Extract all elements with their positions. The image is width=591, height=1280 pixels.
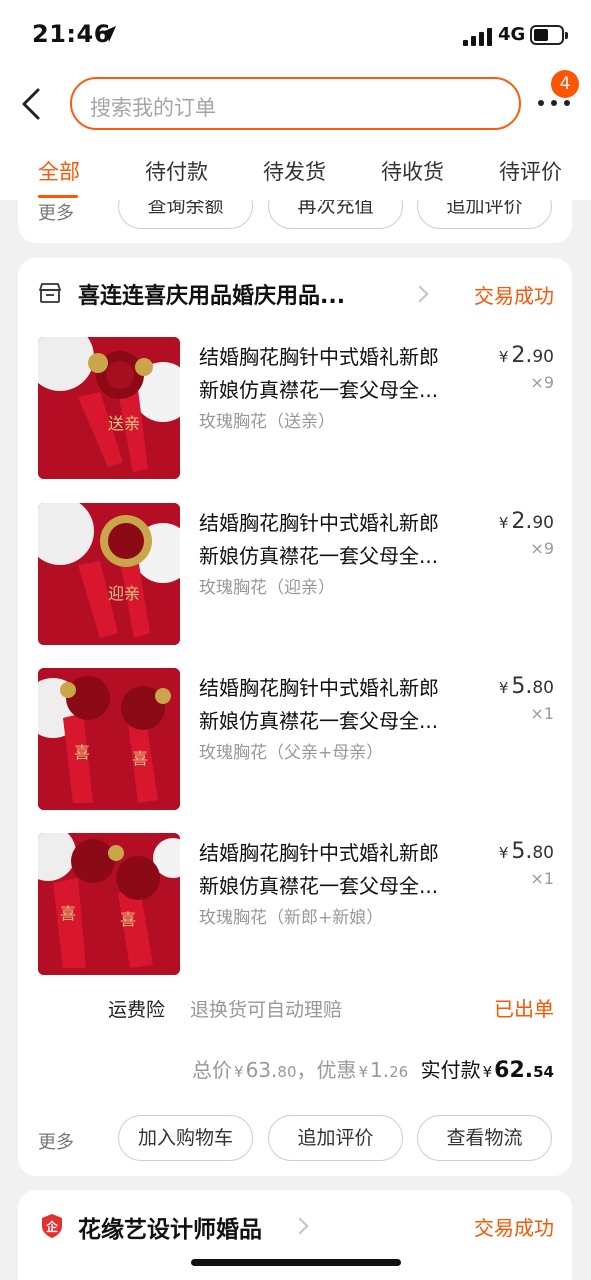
thumbnail-text: 送亲 <box>108 414 140 433</box>
item-quantity: ×9 <box>530 539 554 558</box>
discount-label: ，优惠 <box>296 1058 357 1082</box>
view-logistics-button[interactable]: 查看物流 <box>417 1115 552 1161</box>
order-item[interactable]: 喜 喜 结婚胸花胸针中式婚礼新郎 新娘仿真襟花一套父母全... 玫瑰胸花（新郎+… <box>18 833 572 983</box>
active-tab-indicator <box>38 195 78 198</box>
shop-name[interactable]: 喜连连喜庆用品婚庆用品... <box>78 278 345 310</box>
item-quantity: ×1 <box>530 704 554 723</box>
tab-pending-review[interactable]: 待评价 <box>499 156 562 186</box>
notification-badge: 4 <box>551 70 579 98</box>
paid-value: 62. <box>494 1058 534 1083</box>
next-order-card: 企 花缘艺设计师婚品 交易成功 <box>18 1190 572 1280</box>
thumbnail-text: 喜 <box>60 904 76 923</box>
tab-all[interactable]: 全部 <box>38 156 80 186</box>
order-totals: 总价 ¥63.80，优惠 ¥1.26 实付款 ¥62.54 <box>192 1058 554 1083</box>
item-title[interactable]: 结婚胸花胸针中式婚礼新郎 新娘仿真襟花一套父母全... <box>199 837 479 903</box>
discount-value: 1. <box>370 1058 390 1082</box>
item-title[interactable]: 结婚胸花胸针中式婚礼新郎 新娘仿真襟花一套父母全... <box>199 672 479 738</box>
home-indicator <box>191 1259 401 1266</box>
thumbnail-text: 喜 <box>132 749 148 768</box>
enterprise-shop-icon: 企 <box>42 1214 62 1238</box>
freight-insurance-label: 运费险 <box>108 999 166 1021</box>
order-tabs: 全部 待付款 待发货 待收货 待评价 <box>0 150 591 200</box>
product-thumbnail[interactable]: 迎亲 <box>38 503 180 645</box>
shop-chevron-icon <box>411 285 429 303</box>
total-value: 63. <box>245 1058 278 1082</box>
total-label: 总价 <box>192 1058 233 1082</box>
product-thumbnail[interactable]: 喜 喜 <box>38 668 180 810</box>
svg-text:企: 企 <box>45 1219 59 1234</box>
back-arrow-icon[interactable] <box>14 84 50 124</box>
add-review-button[interactable]: 追加评价 <box>268 1115 403 1161</box>
network-type: 4G <box>498 24 526 45</box>
order-item[interactable]: 喜 喜 结婚胸花胸针中式婚礼新郎 新娘仿真襟花一套父母全... 玫瑰胸花（父亲+… <box>18 668 572 818</box>
item-title[interactable]: 结婚胸花胸针中式婚礼新郎 新娘仿真襟花一套父母全... <box>199 507 479 573</box>
order-status: 交易成功 <box>474 284 554 308</box>
location-arrow-icon <box>100 26 116 42</box>
freight-insurance-status: 已出单 <box>494 997 554 1021</box>
tab-pending-shipment[interactable]: 待发货 <box>263 156 326 186</box>
freight-insurance-row[interactable]: 运费险 退换货可自动理赔 已出单 <box>18 993 572 1023</box>
order-item[interactable]: 送亲 结婚胸花胸针中式婚礼新郎 新娘仿真襟花一套父母全... 玫瑰胸花（送亲） … <box>18 337 572 487</box>
product-thumbnail[interactable]: 喜 喜 <box>38 833 180 975</box>
item-title[interactable]: 结婚胸花胸针中式婚礼新郎 新娘仿真襟花一套父母全... <box>199 341 479 407</box>
freight-insurance-desc: 退换货可自动理赔 <box>190 999 343 1021</box>
search-input[interactable]: 搜索我的订单 <box>70 77 521 130</box>
order-item[interactable]: 迎亲 结婚胸花胸针中式婚礼新郎 新娘仿真襟花一套父母全... 玫瑰胸花（迎亲） … <box>18 503 572 653</box>
more-options-button[interactable] <box>538 96 574 110</box>
item-sku: 玫瑰胸花（送亲） <box>199 412 335 432</box>
tab-pending-receipt[interactable]: 待收货 <box>381 156 444 186</box>
search-placeholder: 搜索我的订单 <box>90 96 216 120</box>
shop-icon <box>39 283 61 303</box>
order-card: 喜连连喜庆用品婚庆用品... 交易成功 送亲 结婚胸花胸针中式婚礼新郎 新娘仿真… <box>18 258 572 1176</box>
thumbnail-text: 喜 <box>74 743 90 762</box>
item-price: ¥2.90 <box>498 509 554 534</box>
add-to-cart-button[interactable]: 加入购物车 <box>118 1115 253 1161</box>
item-sku: 玫瑰胸花（父亲+母亲） <box>199 743 384 763</box>
item-sku: 玫瑰胸花（迎亲） <box>199 578 335 598</box>
shop-name[interactable]: 花缘艺设计师婚品 <box>78 1210 262 1244</box>
item-quantity: ×9 <box>530 373 554 392</box>
tab-pending-payment[interactable]: 待付款 <box>145 156 208 186</box>
order-status: 交易成功 <box>474 1216 554 1240</box>
shop-chevron-icon <box>291 1217 309 1235</box>
thumbnail-text: 喜 <box>120 910 136 929</box>
more-link[interactable]: 更多 <box>38 1128 74 1154</box>
item-price: ¥5.80 <box>498 674 554 699</box>
battery-icon <box>530 25 568 45</box>
item-quantity: ×1 <box>530 869 554 888</box>
thumbnail-text: 迎亲 <box>108 584 140 603</box>
signal-icon <box>463 26 493 46</box>
item-price: ¥2.90 <box>498 343 554 368</box>
status-bar: 21:46 4G <box>0 0 591 70</box>
item-sku: 玫瑰胸花（新郎+新娘） <box>199 908 384 928</box>
header: 21:46 4G 搜索我的订单 4 全部 待付款 待发货 待收货 待评价 <box>0 0 591 200</box>
paid-label: 实付款 <box>420 1058 481 1082</box>
more-link[interactable]: 更多 <box>38 199 74 225</box>
product-thumbnail[interactable]: 送亲 <box>38 337 180 479</box>
item-price: ¥5.80 <box>498 839 554 864</box>
